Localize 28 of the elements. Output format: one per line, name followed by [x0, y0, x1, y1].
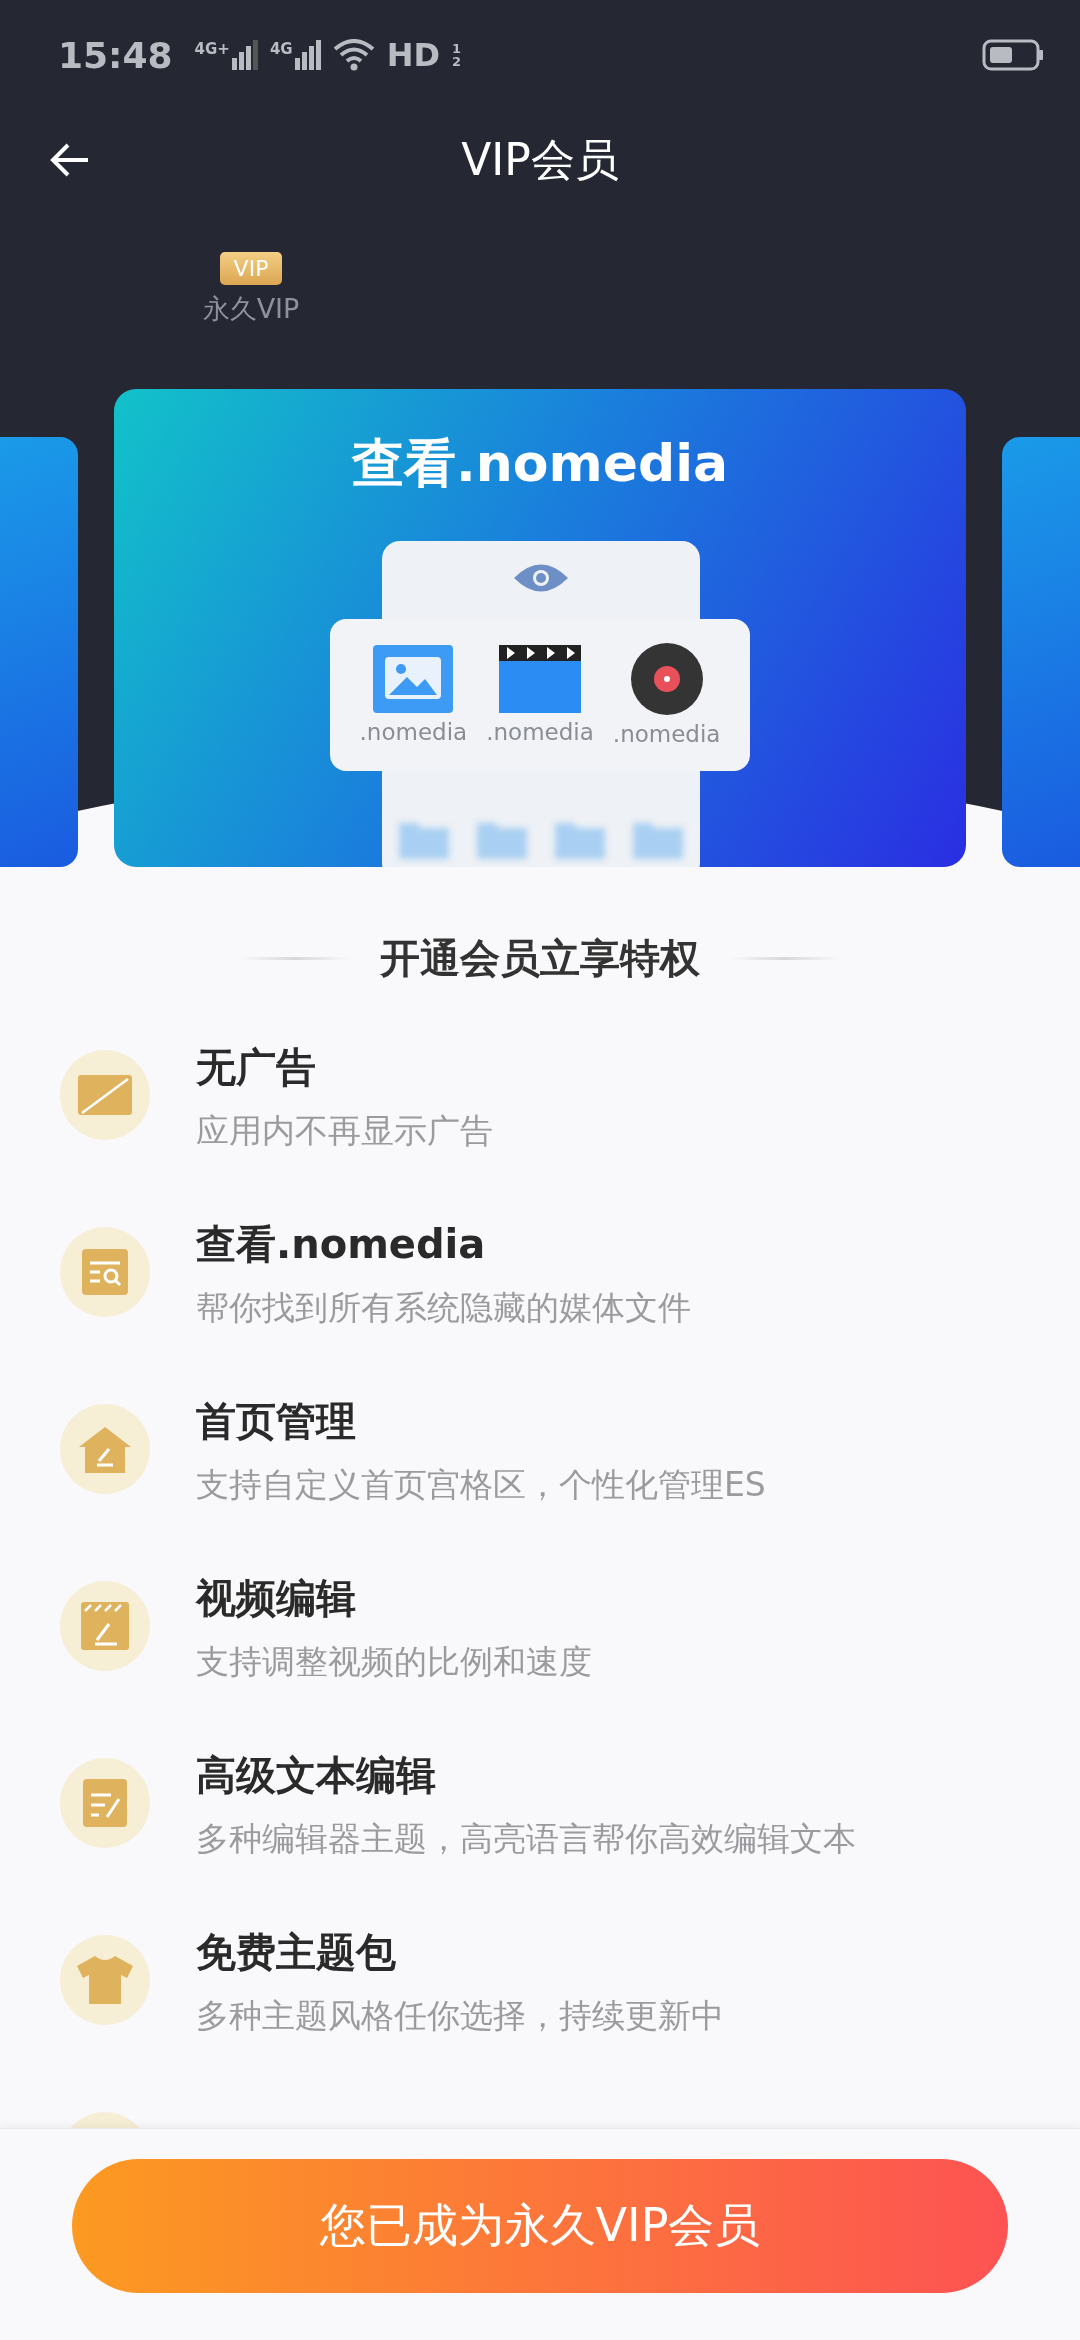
feature-title: 无广告	[196, 1043, 317, 1092]
sim-slot: 1	[452, 42, 462, 55]
feature-description: 多种主题风格任你选择，持续更新中	[196, 1995, 724, 2037]
feature-description: 帮你找到所有系统隐藏的媒体文件	[196, 1287, 691, 1329]
banner-title: 查看.nomedia	[351, 432, 729, 495]
sim-slot: 2	[452, 55, 462, 68]
membership-label: 永久VIP	[202, 292, 300, 326]
feature-title: 查看.nomedia	[196, 1220, 487, 1269]
vip-badge: VIP	[219, 252, 283, 285]
feature-description: 支持调整视频的比例和速度	[196, 1641, 592, 1683]
banner-card[interactable]: 查看.nomedia .nomedia .nomedia .nomedia	[114, 389, 966, 867]
feature-description: 应用内不再显示广告	[196, 1110, 493, 1152]
page-title: VIP会员	[461, 132, 619, 187]
feature-title: 高级文本编辑	[196, 1751, 437, 1800]
file-label: .nomedia	[612, 721, 721, 747]
network-type: 4G+	[194, 40, 230, 58]
membership-button[interactable]: 您已成为永久VIP会员	[72, 2159, 1008, 2293]
status-time: 15:48	[58, 34, 173, 76]
hd-label: HD	[386, 36, 440, 74]
feature-description: 多种编辑器主题，高亮语言帮你高效编辑文本	[196, 1818, 856, 1860]
feature-title: 首页管理	[196, 1397, 357, 1446]
section-title: 开通会员立享特权	[380, 934, 700, 983]
feature-description: 支持自定义首页宫格区，个性化管理ES	[196, 1464, 766, 1506]
file-label: .nomedia	[486, 719, 594, 745]
network-type: 4G	[269, 40, 293, 58]
feature-title: 视频编辑	[196, 1574, 357, 1623]
file-label: .nomedia	[359, 719, 468, 745]
feature-title: 免费主题包	[196, 1928, 397, 1977]
